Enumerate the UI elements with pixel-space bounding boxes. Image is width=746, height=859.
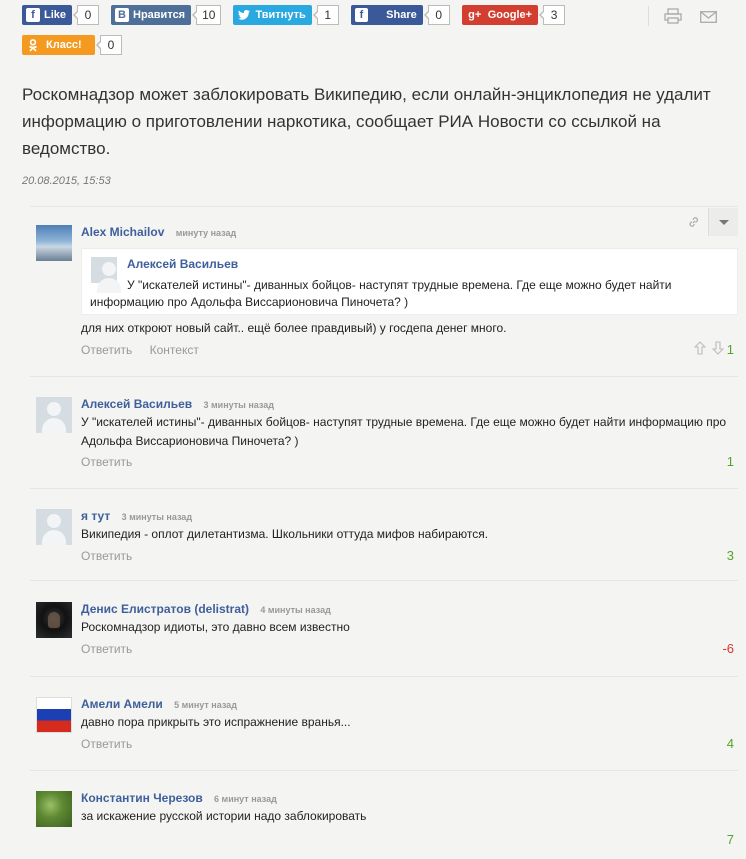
comment-author[interactable]: Алексей Васильев — [81, 397, 192, 411]
reply-link[interactable]: Ответить — [81, 642, 132, 656]
chevron-down-icon — [718, 219, 729, 225]
vote-up-icon[interactable] — [693, 341, 707, 360]
avatar[interactable] — [36, 509, 72, 545]
avatar[interactable] — [36, 602, 72, 638]
facebook-like-button[interactable]: f Like — [22, 5, 73, 25]
ok-class-button[interactable]: Класс! — [22, 35, 95, 55]
comment-actions: Ответить Контекст — [81, 343, 213, 357]
share-buttons-row-2: Класс! 0 — [22, 35, 122, 55]
google-plus-button[interactable]: g+ Google+ — [461, 5, 539, 25]
quote-text-continued: информацию про Адольфа Виссарионовича Пи… — [90, 295, 409, 309]
comment-author[interactable]: Alex Michailov — [81, 225, 164, 239]
quote-author[interactable]: Алексей Васильев — [127, 257, 238, 271]
ok-class-count: 0 — [96, 35, 122, 55]
facebook-icon: f — [26, 8, 40, 22]
mail-icon[interactable] — [700, 10, 717, 28]
article-date: 20.08.2015, 15:53 — [22, 175, 111, 187]
comment-author[interactable]: Константин Черезов — [81, 791, 203, 805]
comment-time[interactable]: 6 минут назад — [214, 794, 277, 804]
comment: Денис Елистратов (delistrat) 4 минуты на… — [36, 602, 738, 662]
quote-text: У "искателей истины"- диванных бойцов- н… — [127, 278, 672, 292]
comment-text: давно пора прикрыть это испражнение вран… — [81, 715, 351, 729]
comment-author[interactable]: Амели Амели — [81, 697, 163, 711]
reply-link[interactable]: Ответить — [81, 549, 132, 563]
avatar[interactable] — [36, 397, 72, 433]
vk-icon: В — [115, 8, 130, 22]
vote-down-icon[interactable] — [711, 341, 725, 360]
vk-like-button[interactable]: В Нравится — [111, 5, 192, 25]
comment: Константин Черезов 6 минут назад за иска… — [36, 791, 738, 851]
share-buttons-row: f Like 0 В Нравится 10 Твитнуть 1 f Shar… — [22, 5, 566, 25]
comment-time[interactable]: 4 минуты назад — [260, 605, 330, 615]
comment-text: Википедия - оплот дилетантизма. Школьник… — [81, 527, 489, 541]
print-icon[interactable] — [664, 8, 682, 29]
comment-header: Алексей Васильев 3 минуты назад — [81, 397, 274, 411]
avatar[interactable] — [36, 225, 72, 261]
comment-time[interactable]: 5 минут назад — [174, 700, 237, 710]
avatar[interactable] — [36, 697, 72, 733]
comment-text: У "искателей истины"- диванных бойцов- н… — [81, 415, 727, 448]
comment-text: для них откроют новый сайт.. ещё более п… — [81, 321, 507, 335]
share-count: 0 — [423, 5, 450, 25]
reply-link[interactable]: Ответить — [81, 455, 132, 469]
like-count: 0 — [73, 5, 100, 25]
comment-time[interactable]: 3 минуты назад — [204, 400, 274, 410]
comment-divider — [30, 580, 738, 581]
comment-header: Амели Амели 5 минут назад — [81, 697, 237, 711]
comment-actions: Ответить — [81, 455, 146, 469]
toolbar-separator — [648, 6, 649, 26]
comment-header: Константин Черезов 6 минут назад — [81, 791, 277, 805]
google-plus-icon: g+ — [468, 9, 482, 21]
comment-actions: Ответить — [81, 642, 146, 656]
comment-actions: Ответить — [81, 549, 146, 563]
comment-text: Роскомнадзор идиоты, это давно всем изве… — [81, 620, 350, 634]
google-plus-count: 3 — [539, 5, 566, 25]
comment-divider — [30, 376, 738, 377]
comment-time[interactable]: минуту назад — [176, 228, 237, 238]
quote-avatar — [91, 257, 121, 293]
odnoklassniki-icon — [26, 38, 40, 52]
comment-author[interactable]: я тут — [81, 509, 110, 523]
reply-link[interactable]: Ответить — [81, 343, 132, 357]
comment-score: 3 — [726, 548, 734, 563]
comment-time[interactable]: 3 минуты назад — [122, 512, 192, 522]
tweet-count: 1 — [312, 5, 339, 25]
vk-count: 10 — [192, 5, 222, 25]
context-link[interactable]: Контекст — [150, 343, 199, 357]
comment-author[interactable]: Денис Елистратов (delistrat) — [81, 602, 249, 616]
comment: Алексей Васильев 3 минуты назад У "искат… — [36, 397, 738, 477]
comment: Амели Амели 5 минут назад давно пора при… — [36, 697, 738, 757]
comment-divider — [30, 676, 738, 677]
comments-divider — [30, 206, 738, 207]
comment-score: -6 — [722, 641, 734, 656]
comment-header: Alex Michailov минуту назад — [81, 225, 236, 239]
comment: я тут 3 минуты назад Википедия - оплот д… — [36, 509, 738, 569]
comment-score: 1 — [726, 342, 734, 357]
comment-menu-dropdown[interactable] — [708, 208, 738, 236]
comment-divider — [30, 488, 738, 489]
article-text: Роскомнадзор может заблокировать Википед… — [22, 85, 711, 158]
comment-score: 7 — [726, 832, 734, 847]
comment: Alex Michailov минуту назад Алексей Васи… — [36, 208, 738, 365]
avatar[interactable] — [36, 791, 72, 827]
comment-divider — [30, 770, 738, 771]
comment-actions: Ответить — [81, 737, 146, 751]
comment-header: я тут 3 минуты назад — [81, 509, 192, 523]
comment-score: 4 — [726, 736, 734, 751]
comment-text: за искажение русской истории надо заблок… — [81, 809, 367, 823]
tweet-button[interactable]: Твитнуть — [233, 5, 312, 25]
comment-score: 1 — [726, 454, 734, 469]
reply-link[interactable]: Ответить — [81, 737, 132, 751]
quoted-comment: Алексей Васильев У "искателей истины"- д… — [81, 248, 738, 315]
facebook-share-button[interactable]: f Share — [350, 5, 423, 25]
twitter-icon — [237, 8, 251, 22]
comment-header: Денис Елистратов (delistrat) 4 минуты на… — [81, 602, 331, 616]
facebook-icon: f — [354, 8, 369, 22]
permalink-icon[interactable] — [688, 215, 700, 233]
